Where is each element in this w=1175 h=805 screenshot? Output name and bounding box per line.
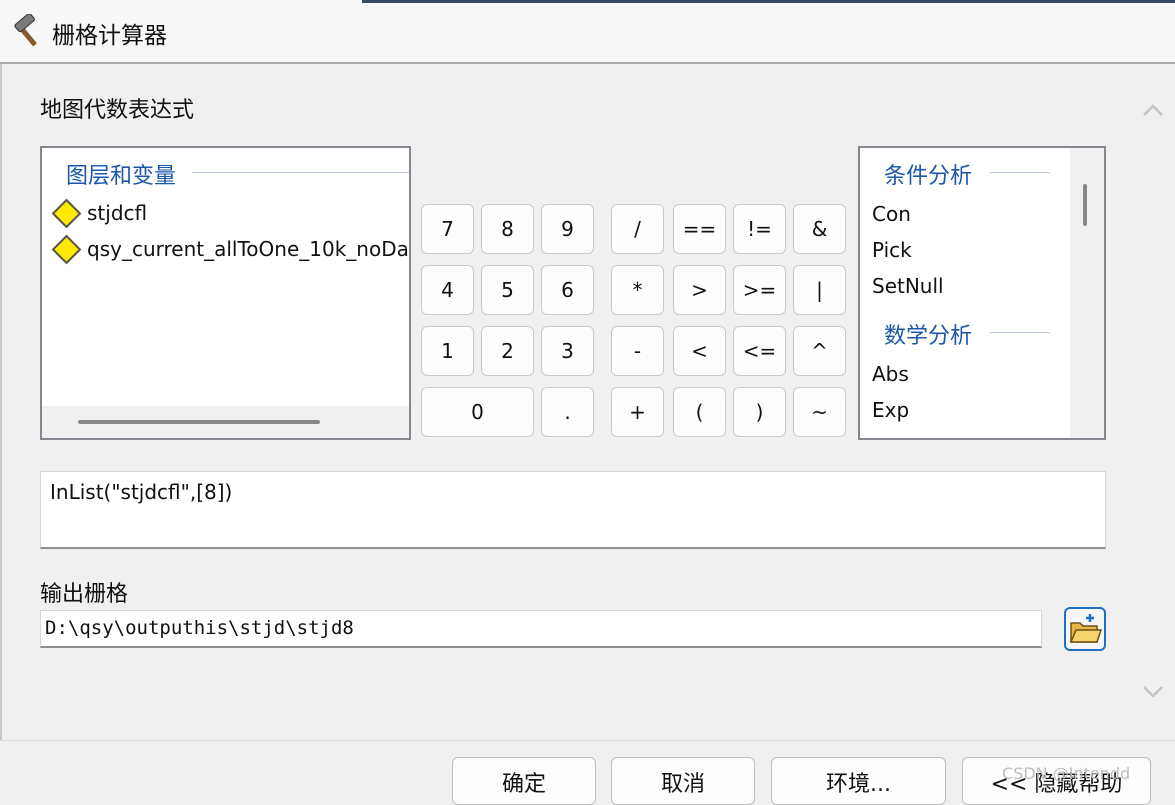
calc-key[interactable]: 9	[541, 204, 594, 254]
calc-key[interactable]: <=	[733, 326, 786, 376]
calc-key[interactable]: 2	[481, 326, 534, 376]
calc-key[interactable]: .	[541, 387, 594, 437]
expression-textbox[interactable]: InList("stjdcfl",[8])	[40, 471, 1106, 549]
scrollbar-thumb[interactable]	[78, 420, 320, 424]
function-item[interactable]: SetNull	[872, 274, 944, 298]
raster-layer-icon	[51, 234, 82, 264]
calc-key[interactable]: 5	[481, 265, 534, 315]
calc-key[interactable]: ^	[793, 326, 846, 376]
functions-list[interactable]: 条件分析 Con Pick SetNull 数学分析 Abs Exp	[858, 146, 1106, 440]
calc-key[interactable]: ~	[793, 387, 846, 437]
calc-key[interactable]: 8	[481, 204, 534, 254]
layers-list[interactable]: 图层和变量 stjdcfl qsy_current_allToOne_10k_n…	[40, 146, 411, 440]
window-title: 栅格计算器	[52, 23, 167, 49]
chevron-down-icon[interactable]	[1142, 680, 1164, 702]
hammer-icon	[14, 14, 37, 46]
calc-key[interactable]: 3	[541, 326, 594, 376]
functions-group-header: 数学分析	[884, 324, 973, 349]
calc-key[interactable]: 7	[421, 204, 474, 254]
calc-key[interactable]: )	[733, 387, 786, 437]
calc-key[interactable]: -	[611, 326, 664, 376]
group-divider	[990, 332, 1050, 333]
calc-key[interactable]: *	[611, 265, 664, 315]
map-algebra-label: 地图代数表达式	[40, 98, 195, 123]
calc-key[interactable]: >=	[733, 265, 786, 315]
output-raster-label: 输出栅格	[40, 582, 129, 607]
calc-key[interactable]: ==	[673, 204, 726, 254]
group-divider	[990, 172, 1050, 173]
function-item[interactable]: Abs	[872, 362, 909, 386]
calc-key[interactable]: 0	[421, 387, 534, 437]
ok-button[interactable]: 确定	[452, 757, 596, 805]
watermark: CSDN @Intendd	[1002, 764, 1131, 783]
output-raster-input[interactable]: D:\qsy\outputhis\stjd\stjd8	[40, 610, 1042, 648]
layer-item[interactable]: stjdcfl	[50, 198, 147, 228]
calc-key[interactable]: >	[673, 265, 726, 315]
layer-item-label: stjdcfl	[87, 201, 148, 225]
functions-vertical-scrollbar[interactable]	[1070, 148, 1104, 438]
function-item[interactable]: Pick	[872, 238, 912, 262]
calc-key[interactable]: !=	[733, 204, 786, 254]
function-item[interactable]: Con	[872, 202, 911, 226]
folder-open-icon	[1069, 614, 1103, 643]
functions-group-header: 条件分析	[884, 164, 973, 189]
chevron-up-icon[interactable]	[1142, 100, 1164, 122]
title-bar: 栅格计算器	[0, 0, 1175, 64]
calc-key[interactable]: |	[793, 265, 846, 315]
calc-key[interactable]: 4	[421, 265, 474, 315]
layer-item-label: qsy_current_allToOne_10k_noDa	[87, 237, 409, 261]
calc-key[interactable]: /	[611, 204, 664, 254]
function-item[interactable]: Exp	[872, 398, 909, 422]
calc-key[interactable]: 6	[541, 265, 594, 315]
panel-vertical-scrollbar[interactable]	[1132, 64, 1175, 740]
cancel-button[interactable]: 取消	[611, 757, 755, 805]
calc-key[interactable]: <	[673, 326, 726, 376]
browse-button[interactable]	[1064, 607, 1106, 651]
title-bar-accent	[362, 0, 1175, 3]
group-divider	[192, 172, 409, 173]
layers-group-header: 图层和变量	[66, 164, 177, 189]
layer-item[interactable]: qsy_current_allToOne_10k_noDa	[50, 234, 409, 264]
environments-button[interactable]: 环境...	[771, 757, 946, 805]
raster-layer-icon	[51, 198, 82, 228]
layers-horizontal-scrollbar[interactable]	[42, 406, 409, 438]
calc-key[interactable]: 1	[421, 326, 474, 376]
calc-key[interactable]: &	[793, 204, 846, 254]
calc-key[interactable]: (	[673, 387, 726, 437]
calc-key[interactable]: +	[611, 387, 664, 437]
scrollbar-thumb[interactable]	[1083, 184, 1087, 226]
